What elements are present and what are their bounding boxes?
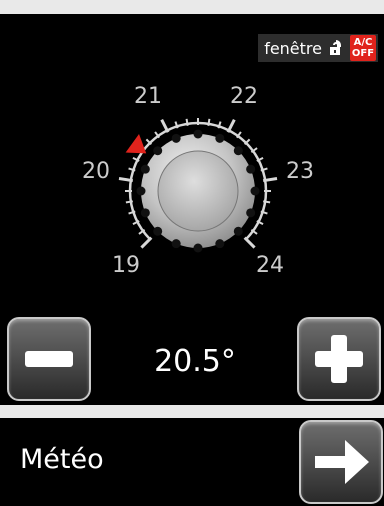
knob-notch [140, 208, 150, 218]
knob-notch [171, 239, 181, 249]
dial-label-21: 21 [134, 84, 162, 109]
dial-label-22: 22 [230, 84, 258, 109]
knob-notch [136, 186, 146, 196]
knob-cap [157, 150, 239, 232]
knob-notch [246, 208, 256, 218]
meteo-open-button[interactable] [299, 420, 383, 504]
increase-temperature-button[interactable] [297, 317, 381, 401]
arrow-right-icon [315, 440, 369, 484]
dial-knob[interactable] [136, 129, 260, 253]
thermostat-panel: fenêtre A/C OFF 19 20 21 22 23 24 20.5° [0, 14, 384, 405]
knob-notch [233, 146, 243, 156]
knob-notch [153, 146, 163, 156]
minus-icon [25, 351, 73, 367]
dial-label-19: 19 [112, 253, 140, 278]
knob-notch [246, 164, 256, 174]
decrease-temperature-button[interactable] [7, 317, 91, 401]
temperature-readout: 20.5° [154, 344, 236, 379]
knob-notch [193, 243, 203, 253]
setpoint-pointer [125, 134, 147, 154]
knob-notch [171, 133, 181, 143]
knob-notch [233, 226, 243, 236]
knob-notch [193, 129, 203, 139]
dial-label-24: 24 [256, 253, 284, 278]
plus-icon [315, 335, 363, 383]
knob-notch [140, 164, 150, 174]
knob-notch [215, 239, 225, 249]
knob-notch [153, 226, 163, 236]
knob-notch [250, 186, 260, 196]
meteo-panel[interactable]: Météo [0, 418, 384, 506]
dial-label-23: 23 [286, 159, 314, 184]
dial-label-20: 20 [82, 159, 110, 184]
meteo-label: Météo [20, 444, 104, 475]
knob-notch [215, 133, 225, 143]
